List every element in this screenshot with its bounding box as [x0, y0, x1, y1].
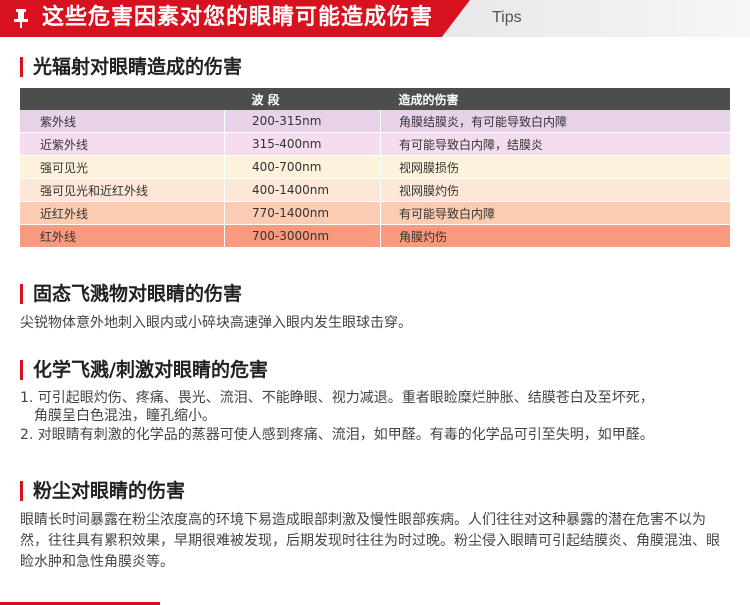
table-row: 紫外线 200-315nm 角膜结膜炎，有可能导致白内障	[20, 110, 730, 133]
radiation-table: 波 段 造成的伤害 紫外线 200-315nm 角膜结膜炎，有可能导致白内障 近紫外线…	[20, 88, 730, 248]
cell-radiation-name: 紫外线	[20, 110, 225, 133]
table-row: 近紫外线 315-400nm 有可能导致白内障，结膜炎	[20, 132, 730, 156]
cell-radiation-name: 强可见光	[20, 155, 225, 179]
cell-radiation-name: 近紫外线	[20, 132, 225, 156]
cell-wavelength-band: 400-700nm	[224, 155, 381, 179]
header-banner: 这些危害因素对您的眼睛可能造成伤害 Tips	[0, 0, 750, 40]
list-item: 2. 对眼睛有刺激的化学品的蒸器可使人感到疼痛、流泪，如甲醛。有毒的化学品可引至…	[20, 427, 654, 443]
table-header-row: 波 段 造成的伤害	[20, 88, 730, 110]
section-body-solid-splash: 尖锐物体意外地刺入眼内或小碎块高速弹入眼内发生眼球击穿。	[20, 315, 412, 331]
tips-background	[440, 0, 750, 37]
section-title-dust: 粉尘对眼睛的伤害	[20, 481, 185, 501]
cell-wavelength-band: 700-3000nm	[224, 224, 381, 248]
section-body-dust: 眼睛长时间暴露在粉尘浓度高的环境下易造成眼部刺激及慢性眼部疾病。人们往往对这种暴…	[20, 512, 720, 570]
table-row: 强可见光和近红外线 400-1400nm 视网膜灼伤	[20, 178, 730, 202]
pushpin-icon	[14, 9, 28, 28]
section-title-chemical-splash: 化学飞溅/刺激对眼睛的危害	[20, 360, 268, 380]
cell-harm: 角膜结膜炎，有可能导致白内障	[380, 110, 730, 133]
page-title: 这些危害因素对您的眼睛可能造成伤害	[42, 5, 434, 30]
cell-wavelength-band: 400-1400nm	[224, 178, 381, 202]
cell-wavelength-band: 315-400nm	[224, 132, 381, 156]
cell-harm: 角膜灼伤	[380, 224, 730, 248]
section-title-light-radiation: 光辐射对眼睛造成的伤害	[20, 57, 242, 77]
tips-label: Tips	[492, 9, 522, 26]
cell-radiation-name: 红外线	[20, 224, 225, 248]
cell-wavelength-band: 200-315nm	[224, 110, 381, 133]
table-row: 强可见光 400-700nm 视网膜损伤	[20, 155, 730, 179]
cell-radiation-name: 强可见光和近红外线	[20, 178, 225, 202]
cell-harm: 视网膜损伤	[380, 155, 730, 179]
table-header-band: 波 段	[224, 88, 381, 110]
table-row: 红外线 700-3000nm 角膜灼伤	[20, 224, 730, 248]
cell-harm: 视网膜灼伤	[380, 178, 730, 202]
cell-wavelength-band: 770-1400nm	[224, 201, 381, 225]
table-header-name	[20, 88, 225, 110]
table-header-harm: 造成的伤害	[380, 88, 730, 110]
cell-harm: 有可能导致白内障，结膜炎	[380, 132, 730, 156]
section-title-solid-splash: 固态飞溅物对眼睛的伤害	[20, 284, 242, 304]
cell-harm: 有可能导致白内障	[380, 201, 730, 225]
cell-radiation-name: 近红外线	[20, 201, 225, 225]
list-item: 角膜呈白色混浊，瞳孔缩小。	[34, 408, 216, 424]
table-row: 近红外线 770-1400nm 有可能导致白内障	[20, 201, 730, 225]
